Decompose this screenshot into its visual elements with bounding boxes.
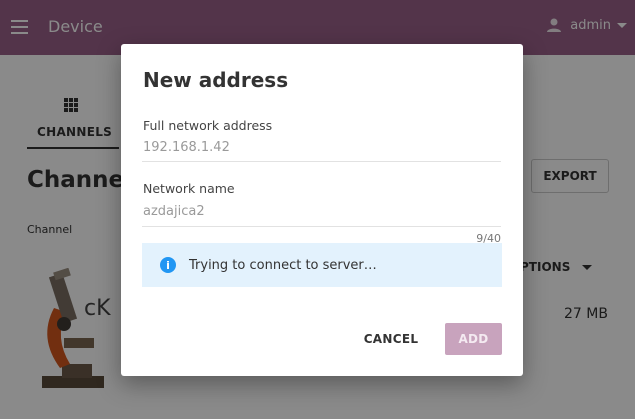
- name-field-underline: [142, 226, 501, 227]
- status-message: Trying to connect to server…: [189, 257, 377, 273]
- status-banner: i Trying to connect to server…: [142, 243, 502, 287]
- name-field[interactable]: azdajica2: [143, 204, 205, 219]
- address-field-underline: [142, 161, 501, 162]
- dialog-title: New address: [143, 68, 289, 92]
- name-field-label: Network name: [143, 181, 235, 196]
- add-button[interactable]: ADD: [445, 323, 502, 355]
- address-field[interactable]: 192.168.1.42: [143, 140, 230, 155]
- info-icon: i: [160, 257, 176, 273]
- new-address-dialog: New address Full network address 192.168…: [121, 44, 523, 376]
- cancel-button[interactable]: CANCEL: [351, 324, 431, 354]
- address-field-label: Full network address: [143, 118, 273, 133]
